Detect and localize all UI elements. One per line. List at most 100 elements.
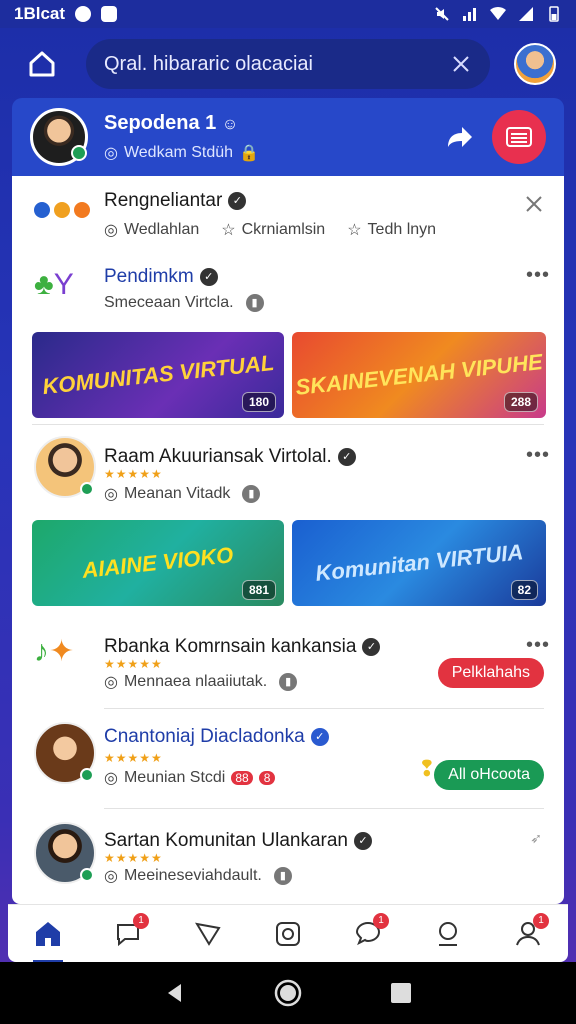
lock-icon: ▮ [273, 867, 292, 885]
item-title: Raam Akuuriansak Virtolal. [104, 446, 332, 467]
banner-card[interactable]: Komunitan VIRTUIA 82 [292, 520, 546, 606]
star-icon: ☆ [347, 222, 362, 239]
profile-avatar[interactable] [30, 108, 88, 166]
item-title: Rbanka Komrnsain kankansia [104, 636, 357, 657]
banner-count: 288 [503, 392, 538, 412]
lock-icon: ▮ [245, 294, 264, 312]
action-item[interactable]: ◎ Wedlahlan [104, 220, 199, 240]
globe-icon: ◎ [104, 674, 118, 691]
search-bar[interactable]: Qral. hibararic olacaciai [86, 39, 490, 89]
menu-button[interactable] [492, 110, 546, 164]
nav-chat[interactable]: 1 [103, 909, 153, 959]
bottom-navigation: 1 1 1 [8, 904, 568, 963]
feed-card: Rengneliantar ✓ ◎ Wedlahlan ☆ Ckrniamlsin … [12, 176, 564, 904]
home-circle-icon[interactable] [274, 979, 302, 1007]
emoji-icon: ☺ [221, 115, 239, 133]
verified-icon: ✓ [199, 268, 218, 286]
banner-count: 881 [241, 580, 276, 600]
item-title: Cnantoniaj Diacladonka [104, 726, 305, 747]
home-icon [36, 921, 60, 946]
search-input[interactable]: Qral. hibararic olacaciai [104, 53, 450, 76]
notification-badge: 1 [373, 912, 389, 929]
more-options-icon[interactable]: ••• [526, 264, 550, 287]
back-icon[interactable] [163, 981, 187, 1005]
send-icon [195, 922, 221, 946]
item-title: Rengneliantar [104, 190, 223, 211]
status-time: 1Blcat [14, 4, 66, 23]
item-title: Pendimkm [104, 266, 194, 287]
banner-card[interactable]: SKAINEVENAH VIPUHE 288 [292, 332, 546, 418]
app-logo-icon [34, 202, 90, 218]
action-item[interactable]: ☆ Tedh lnyn [347, 220, 436, 240]
lock-icon: 🔒 [239, 144, 259, 162]
count-badge: 8 [258, 771, 276, 785]
item-meta: Smeceaan Virtcla. ▮ [104, 294, 264, 312]
pin-icon[interactable]: ➶ [530, 830, 542, 847]
user-avatar[interactable] [34, 822, 96, 884]
message-icon [101, 6, 118, 22]
item-meta: ◎ Meanan Vitadk ▮ [104, 484, 261, 504]
community-icon [439, 921, 457, 946]
list-item[interactable]: Raam Akuuriansak Virtolal. ✓ ★★★★★ ◎ Mean… [12, 434, 564, 614]
battery-icon [549, 6, 559, 22]
join-button[interactable]: Pelklahahs [437, 658, 544, 688]
menu-icon [506, 127, 532, 147]
item-title: Sartan Komunitan Ulankaran [104, 830, 348, 851]
divider [104, 708, 544, 709]
globe-icon: ◎ [104, 770, 118, 787]
user-avatar[interactable] [34, 722, 96, 784]
signal-icon [463, 8, 476, 21]
user-avatar[interactable] [514, 43, 556, 85]
list-item[interactable]: Sartan Komunitan Ulankaran ✓ ★★★★★ ◎ Meei… [12, 818, 564, 904]
more-options-icon[interactable]: ••• [526, 634, 550, 657]
verified-icon: ✓ [362, 638, 381, 656]
top-header: Qral. hibararic olacaciai [0, 28, 576, 100]
banner-title: AIAINE VIOKO [81, 542, 235, 583]
nav-home[interactable] [23, 909, 73, 963]
share-icon[interactable] [446, 125, 474, 149]
close-icon[interactable] [450, 53, 472, 75]
globe-icon: ◎ [104, 144, 118, 162]
count-badge: 88 [231, 771, 253, 785]
rating-stars: ★★★★★ [104, 851, 163, 865]
nav-camera[interactable] [263, 909, 313, 959]
user-avatar[interactable] [34, 436, 96, 498]
profile-name: Sepodena 1 ☺ [104, 111, 239, 134]
online-status-icon [80, 482, 94, 496]
action-item[interactable]: ☆ Ckrniamlsin [221, 220, 325, 240]
more-options-icon[interactable]: ••• [526, 444, 550, 467]
online-status-icon [80, 768, 94, 782]
list-item[interactable]: Cnantoniaj Diacladonka ✓ ★★★★★ ◎ Meunian … [12, 718, 564, 808]
globe-icon: ◎ [104, 222, 118, 239]
home-icon [29, 51, 55, 77]
mute-icon [435, 7, 449, 21]
online-status-icon [71, 145, 87, 161]
verified-icon: ✓ [310, 728, 329, 746]
notification-icon [75, 6, 92, 22]
nav-messages[interactable]: 1 [343, 909, 393, 959]
recents-icon[interactable] [389, 981, 413, 1005]
banner-count: 82 [510, 580, 538, 600]
banner-card[interactable]: KOMUNITAS VIRTUAL 180 [32, 332, 284, 418]
item-meta: ◎ Meeineseviahdault. ▮ [104, 866, 292, 886]
globe-icon: ◎ [104, 486, 118, 503]
item-meta: ◎ Meunian Stcdi 88 8 [104, 768, 276, 788]
list-item[interactable]: ♪✦ Rbanka Komrnsain kankansia ✓ ★★★★★ ◎ M… [12, 628, 564, 708]
verified-icon: ✓ [353, 832, 372, 850]
rating-stars: ★★★★★ [104, 657, 163, 671]
rating-stars: ★★★★★ [104, 751, 163, 765]
item-meta: ◎ Mennaea nlaaiiutak. ▮ [104, 672, 298, 692]
banner-card[interactable]: AIAINE VIOKO 881 [32, 520, 284, 606]
nav-community[interactable] [423, 909, 473, 959]
profile-banner: Sepodena 1 ☺ ◎ Wedkam Stdüh 🔒 [12, 98, 564, 176]
home-button[interactable] [16, 38, 68, 90]
list-item[interactable]: ♣Y Pendimkm ✓ Smeceaan Virtcla. ▮ ••• KOM… [12, 262, 564, 422]
bulb-icon: ❢ [417, 756, 436, 781]
list-item[interactable]: Rengneliantar ✓ ◎ Wedlahlan ☆ Ckrniamlsin … [12, 188, 564, 258]
close-icon[interactable] [524, 194, 544, 214]
nav-profile[interactable]: 1 [503, 909, 553, 959]
divider [32, 424, 544, 425]
join-button[interactable]: All oHcoota [434, 760, 544, 790]
nav-explore[interactable] [183, 909, 233, 959]
system-navigation [0, 962, 576, 1024]
